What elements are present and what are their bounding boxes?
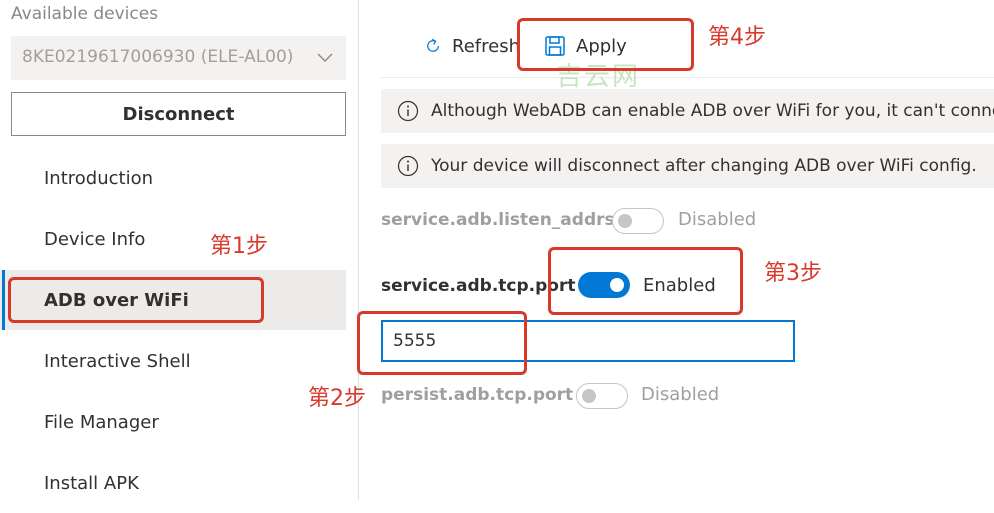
chevron-down-icon bbox=[317, 53, 333, 62]
listen-addrs-label: service.adb.listen_addrs bbox=[381, 210, 615, 230]
device-select-value: 8KE0219617006930 (ELE-AL00) bbox=[22, 47, 294, 67]
toggle-knob bbox=[582, 389, 596, 403]
info-message: Although WebADB can enable ADB over WiFi… bbox=[431, 101, 994, 121]
nav-item-interactive-shell[interactable]: Interactive Shell bbox=[0, 331, 346, 391]
nav-item-device-info[interactable]: Device Info bbox=[0, 209, 346, 269]
annotation-box-step3 bbox=[548, 247, 743, 315]
step3-label: 第3步 bbox=[764, 261, 822, 286]
persist-port-label: persist.adb.tcp.port bbox=[381, 385, 574, 405]
info-message: Your device will disconnect after changi… bbox=[431, 156, 977, 176]
nav-item-install-apk[interactable]: Install APK bbox=[0, 453, 346, 513]
sidebar: Available devices 8KE0219617006930 (ELE-… bbox=[0, 0, 359, 500]
device-select[interactable]: 8KE0219617006930 (ELE-AL00) bbox=[11, 36, 346, 80]
refresh-icon bbox=[427, 38, 439, 52]
step4-label: 第4步 bbox=[708, 25, 766, 50]
disconnect-button[interactable]: Disconnect bbox=[11, 92, 346, 136]
toggle-knob bbox=[618, 214, 632, 228]
step2-label: 第2步 bbox=[308, 386, 366, 411]
nav-item-file-manager[interactable]: File Manager bbox=[0, 392, 346, 452]
tcp-port-label: service.adb.tcp.port bbox=[381, 276, 576, 296]
annotation-box-step4 bbox=[517, 18, 694, 71]
available-devices-label: Available devices bbox=[11, 4, 159, 24]
toolbar-divider bbox=[381, 77, 994, 78]
persist-port-state: Disabled bbox=[641, 384, 720, 405]
persist-port-toggle[interactable] bbox=[576, 383, 628, 409]
nav-item-introduction[interactable]: Introduction bbox=[0, 148, 346, 208]
step1-label: 第1步 bbox=[210, 234, 268, 259]
refresh-button[interactable]: Refresh bbox=[424, 28, 520, 64]
annotation-box-step2 bbox=[357, 311, 527, 375]
annotation-box-step1 bbox=[8, 277, 264, 323]
info-icon bbox=[397, 155, 419, 177]
info-icon bbox=[397, 100, 419, 122]
info-bar-wifi-note: Although WebADB can enable ADB over WiFi… bbox=[381, 89, 994, 133]
listen-addrs-state: Disabled bbox=[678, 209, 757, 230]
refresh-label: Refresh bbox=[452, 35, 520, 57]
info-bar-disconnect-note: Your device will disconnect after changi… bbox=[381, 144, 994, 188]
listen-addrs-toggle[interactable] bbox=[612, 208, 664, 234]
